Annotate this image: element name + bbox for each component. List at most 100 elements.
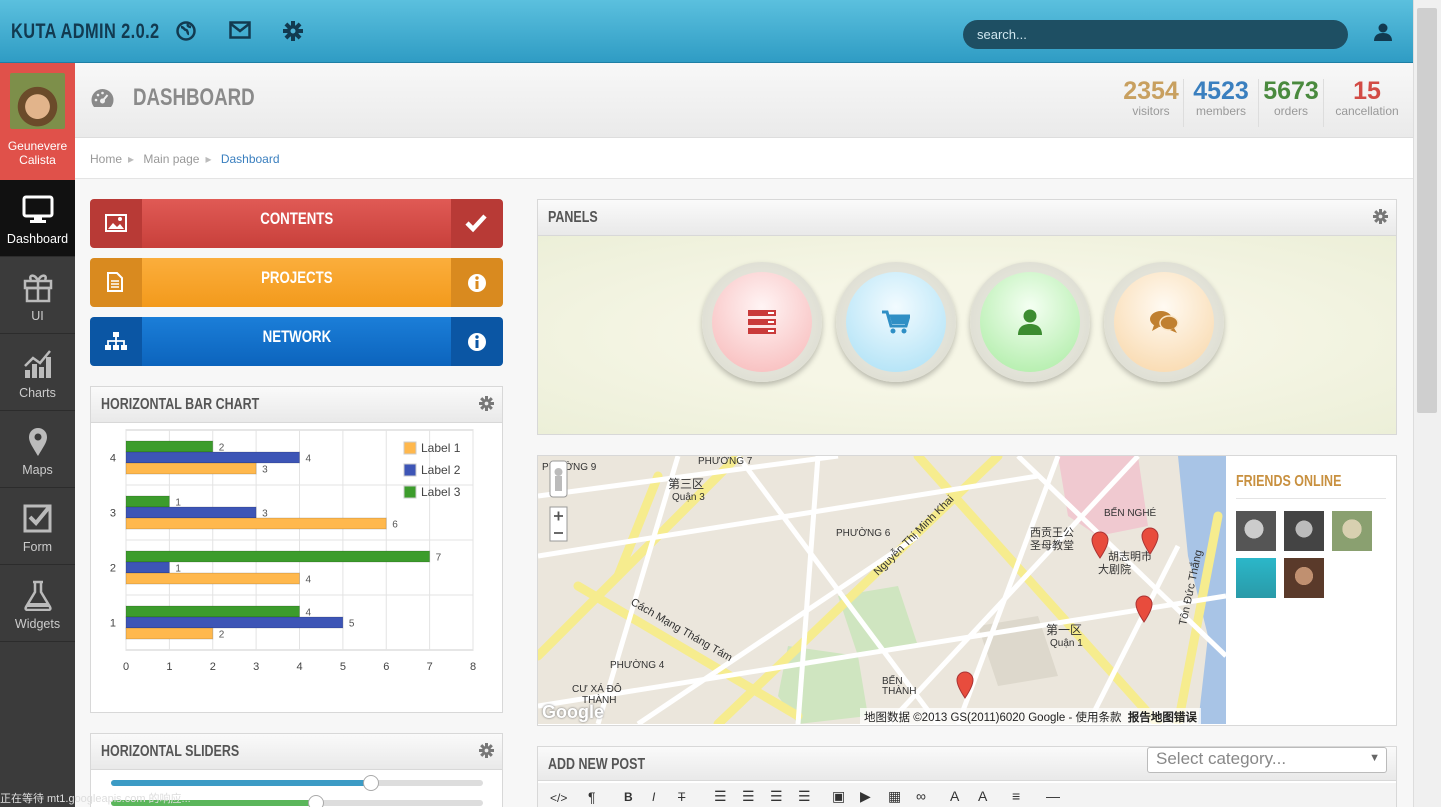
- gear-icon[interactable]: [479, 396, 494, 411]
- ordered-list-icon[interactable]: ☰: [742, 788, 755, 805]
- unordered-list-icon[interactable]: ☰: [714, 788, 727, 805]
- chevron-down-icon: ▼: [1369, 752, 1380, 764]
- sidebar-item-label: Dashboard: [6, 232, 69, 246]
- sidebar-item-maps[interactable]: Maps: [0, 411, 75, 488]
- breadcrumb-home[interactable]: Home: [90, 152, 122, 166]
- friend-avatar[interactable]: [1284, 558, 1324, 598]
- slider-handle[interactable]: [307, 795, 324, 807]
- bar-value-label: 4: [306, 454, 312, 465]
- editor-toolbar: </> ¶ B I T ☰ ☰ ☰ ☰ ▣ ▶ ▦ ∞ A A ≡ —: [538, 783, 1396, 807]
- globe-icon[interactable]: [176, 21, 196, 46]
- circle-button-comments[interactable]: [1104, 262, 1224, 382]
- svg-text:BẾN NGHÉ: BẾN NGHÉ: [1104, 506, 1157, 519]
- bar: [125, 506, 257, 519]
- horizontal-rule-icon[interactable]: —: [1046, 788, 1060, 804]
- breadcrumb-current: Dashboard: [220, 152, 280, 166]
- y-tick-label: 4: [110, 453, 116, 465]
- breadcrumb-main-page[interactable]: Main page: [143, 152, 199, 166]
- stat-value: 4523: [1193, 77, 1249, 105]
- user-icon[interactable]: [1374, 23, 1392, 46]
- bar-value-label: 4: [306, 575, 312, 586]
- stat-label: members: [1195, 104, 1246, 118]
- gear-icon[interactable]: [283, 21, 303, 46]
- bar: [125, 451, 300, 464]
- app-title[interactable]: KUTA ADMIN 2.0.2: [11, 20, 201, 44]
- image-icon[interactable]: ▣: [832, 788, 845, 805]
- map[interactable]: PHƯỜNG 9 第三区 Quận 3 PHƯỜNG 7 PHƯỜNG 6 BẾ…: [538, 456, 1226, 724]
- comments-icon: [1150, 311, 1179, 333]
- strikethrough-icon[interactable]: T: [678, 790, 685, 804]
- gift-icon: [23, 274, 53, 303]
- sidebar-item-charts[interactable]: Charts: [0, 334, 75, 411]
- font-color-icon[interactable]: A: [950, 788, 959, 804]
- friend-avatar[interactable]: [1236, 558, 1276, 598]
- profile-name: Geunevere Calista: [7, 139, 68, 167]
- paragraph-icon[interactable]: ¶: [588, 789, 596, 805]
- circle-button-list[interactable]: [702, 262, 822, 382]
- svg-text:PHƯỜNG 7: PHƯỜNG 7: [698, 456, 753, 467]
- network-button[interactable]: NETWORK: [90, 317, 503, 366]
- stat-orders: 5673 orders: [1256, 77, 1326, 118]
- panels-area: [538, 236, 1396, 434]
- bar: [125, 616, 344, 629]
- svg-text:大剧院: 大剧院: [1098, 562, 1131, 576]
- friend-avatar[interactable]: [1236, 511, 1276, 551]
- x-tick-label: 4: [296, 661, 302, 673]
- svg-text:圣母教堂: 圣母教堂: [1030, 539, 1074, 552]
- legend-label: Label 1: [421, 441, 461, 455]
- link-icon[interactable]: ∞: [916, 788, 926, 804]
- svg-text:THÀNH: THÀNH: [882, 684, 916, 697]
- panels-panel: PANELS: [537, 199, 1397, 435]
- check-icon: [465, 214, 487, 233]
- legend-label: Label 2: [421, 463, 461, 477]
- italic-icon[interactable]: I: [652, 790, 655, 804]
- sidebar-item-label: Widgets: [14, 617, 61, 631]
- slider-handle[interactable]: [363, 775, 380, 791]
- panel-title: HORIZONTAL BAR CHART: [101, 396, 260, 413]
- bar: [125, 440, 214, 453]
- stat-label: cancellation: [1335, 104, 1399, 118]
- align-icon[interactable]: ≡: [1012, 788, 1020, 804]
- page-title: DASHBOARD: [133, 84, 255, 111]
- circle-button-user[interactable]: [970, 262, 1090, 382]
- category-select[interactable]: Select category... ▼: [1147, 747, 1387, 773]
- sidebar-item-ui[interactable]: UI: [0, 257, 75, 334]
- svg-text:第三区: 第三区: [668, 477, 704, 491]
- map-attribution[interactable]: 地图数据 ©2013 GS(2011)6020 Google - 使用条款 报告…: [860, 708, 1201, 724]
- friend-avatar[interactable]: [1332, 511, 1372, 551]
- code-icon[interactable]: </>: [550, 791, 567, 805]
- background-color-icon[interactable]: A: [978, 788, 987, 804]
- indent-icon[interactable]: ☰: [798, 788, 811, 805]
- add-post-panel: ADD NEW POST Select category... ▼ </> ¶ …: [537, 746, 1397, 807]
- friend-avatar[interactable]: [1284, 511, 1324, 551]
- gear-icon[interactable]: [479, 743, 494, 758]
- bar: [125, 462, 257, 475]
- x-tick-label: 2: [210, 661, 216, 673]
- google-logo: Google: [542, 702, 604, 722]
- svg-text:PHƯỜNG 4: PHƯỜNG 4: [610, 658, 665, 671]
- search-input[interactable]: [963, 20, 1348, 49]
- stat-label: visitors: [1132, 104, 1170, 118]
- sidebar-item-widgets[interactable]: Widgets: [0, 565, 75, 642]
- bar: [125, 605, 300, 618]
- bar-value-label: 2: [219, 630, 225, 641]
- sidebar-item-label: UI: [31, 309, 44, 323]
- user-profile[interactable]: Geunevere Calista: [0, 63, 75, 180]
- top-bar: KUTA ADMIN 2.0.2: [0, 0, 1413, 63]
- mail-icon[interactable]: [229, 21, 251, 44]
- sidebar-item-dashboard[interactable]: Dashboard: [0, 180, 75, 257]
- sidebar-item-form[interactable]: Form: [0, 488, 75, 565]
- breadcrumb: Home ▸ Main page ▸ Dashboard: [75, 138, 1413, 179]
- contents-button[interactable]: CONTENTS: [90, 199, 503, 248]
- projects-button[interactable]: PROJECTS: [90, 258, 503, 307]
- circle-button-cart[interactable]: [836, 262, 956, 382]
- gear-icon[interactable]: [1373, 209, 1388, 224]
- monitor-icon: [22, 195, 54, 223]
- table-icon[interactable]: ▦: [888, 788, 901, 805]
- scrollbar-thumb[interactable]: [1417, 8, 1437, 413]
- x-tick-label: 1: [166, 661, 172, 673]
- y-tick-label: 1: [110, 618, 116, 630]
- bold-icon[interactable]: B: [624, 790, 633, 804]
- outdent-icon[interactable]: ☰: [770, 788, 783, 805]
- video-icon[interactable]: ▶: [860, 788, 871, 805]
